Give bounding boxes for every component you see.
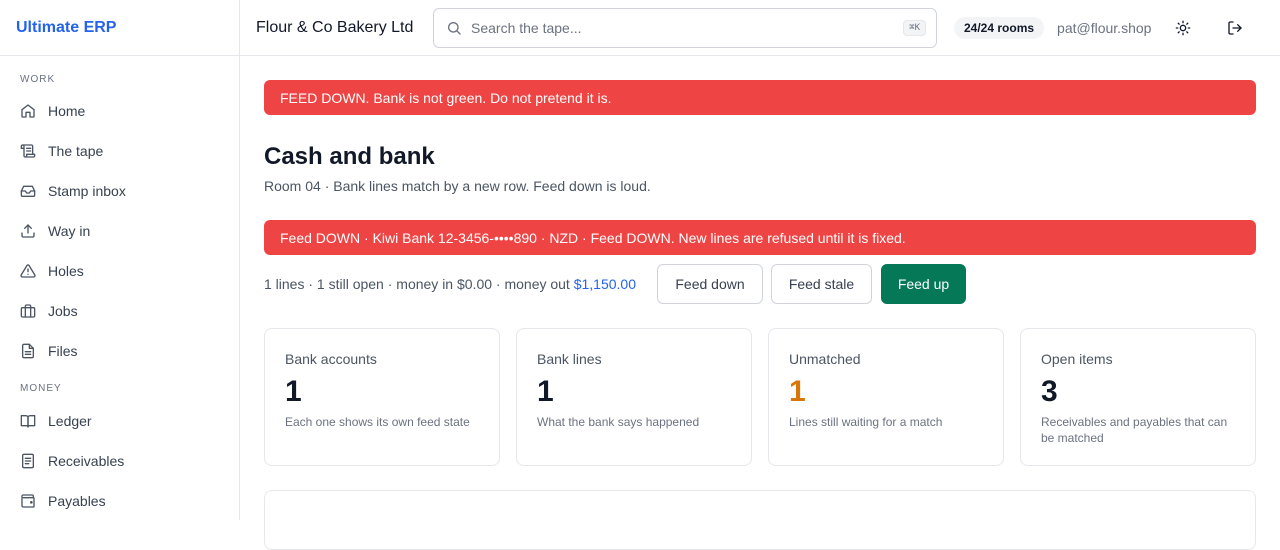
sidebar-item-label: Receivables [48,453,125,469]
stat-card-unmatched: Unmatched 1 Lines still waiting for a ma… [768,328,1004,466]
stat-card-description: What the bank says happened [537,415,700,429]
stat-card-value: 1 [537,375,554,408]
sidebar-item-label: Files [48,343,78,359]
sidebar-item-label: Jobs [48,303,78,319]
stat-card-label: Bank lines [537,351,602,367]
stat-card-value: 1 [789,375,806,408]
stat-card-bank-lines: Bank lines 1 What the bank says happened [516,328,752,466]
warning-icon [20,263,36,279]
search-icon [448,21,461,35]
page-subtitle: Room 04 · Bank lines match by a new row.… [264,178,651,194]
file-icon [20,343,36,359]
money-out-value: $1,150.00 [573,276,637,292]
sidebar-item-holes[interactable]: Holes [0,251,239,291]
bank-summary-line: 1 lines · 1 still open · money in $0.00 … [264,276,636,292]
sidebar-item-label: Payables [48,493,106,509]
sidebar-item-ledger[interactable]: Ledger [0,401,239,441]
sidebar-item-label: Way in [48,223,91,239]
stat-card-value: 3 [1041,375,1058,408]
sidebar-item-payables[interactable]: Payables [0,481,239,521]
scroll-icon [20,143,36,159]
sidebar-item-label: Stamp inbox [48,183,126,199]
sidebar-item-receivables[interactable]: Receivables [0,441,239,481]
sidebar-item-label: Holes [48,263,84,279]
briefcase-icon [20,303,36,319]
company-name[interactable]: Flour & Co Bakery Ltd [256,19,418,37]
stat-card-value: 1 [285,375,302,408]
stat-card-description: Each one shows its own feed state [285,415,470,429]
sidebar-item-label: Home [48,103,86,119]
sidebar-item-label: Ledger [48,413,92,429]
bank-lines-panel [264,490,1256,550]
bank-summary-text: 1 lines · 1 still open · money in $0.00 … [264,276,570,292]
rooms-badge: 24/24 rooms [954,16,1045,39]
receipt-icon [20,453,36,469]
sidebar: Ultimate ERP WORK Home The tape Stamp in… [0,0,240,520]
wallet-icon [20,493,36,509]
feed-stale-button[interactable]: Feed stale [771,264,872,304]
feed-down-button[interactable]: Feed down [657,264,763,304]
sidebar-item-label: The tape [48,143,104,159]
feed-up-button[interactable]: Feed up [881,264,966,304]
stat-card-description: Receivables and payables that can be mat… [1041,415,1228,445]
home-icon [20,103,36,119]
logout-icon[interactable] [1225,18,1245,38]
nav-section-money: MONEY [20,383,62,394]
upload-icon [20,223,36,239]
bank-feed-alert: Feed DOWN · Kiwi Bank 12-3456-••••890 · … [264,220,1256,255]
stat-card-bank-accounts: Bank accounts 1 Each one shows its own f… [264,328,500,466]
stat-card-label: Open items [1041,351,1113,367]
search-input[interactable]: Search the tape... ⌘K [433,7,937,48]
sidebar-item-way-in[interactable]: Way in [0,211,239,251]
stat-card-description: Lines still waiting for a match [789,415,943,429]
stat-card-open-items: Open items 3 Receivables and payables th… [1020,328,1256,466]
stat-card-label: Unmatched [789,351,861,367]
sidebar-item-files[interactable]: Files [0,331,239,371]
keyboard-shortcut-badge: ⌘K [903,19,926,36]
book-icon [20,413,36,429]
sidebar-item-stamp-inbox[interactable]: Stamp inbox [0,171,239,211]
sidebar-item-the-tape[interactable]: The tape [0,131,239,171]
brand-logo[interactable]: Ultimate ERP [0,0,239,56]
top-bar: Flour & Co Bakery Ltd Search the tape...… [240,0,1280,56]
sidebar-item-jobs[interactable]: Jobs [0,291,239,331]
nav-section-work: WORK [20,74,56,85]
user-email: pat@flour.shop [1057,19,1152,36]
inbox-icon [20,183,36,199]
search-placeholder: Search the tape... [471,19,582,36]
sidebar-item-home[interactable]: Home [0,91,239,131]
page-title: Cash and bank [264,143,435,170]
stat-card-label: Bank accounts [285,351,377,367]
feed-down-alert: FEED DOWN. Bank is not green. Do not pre… [264,80,1256,115]
main-content: FEED DOWN. Bank is not green. Do not pre… [240,56,1280,550]
sun-icon[interactable] [1173,18,1193,38]
